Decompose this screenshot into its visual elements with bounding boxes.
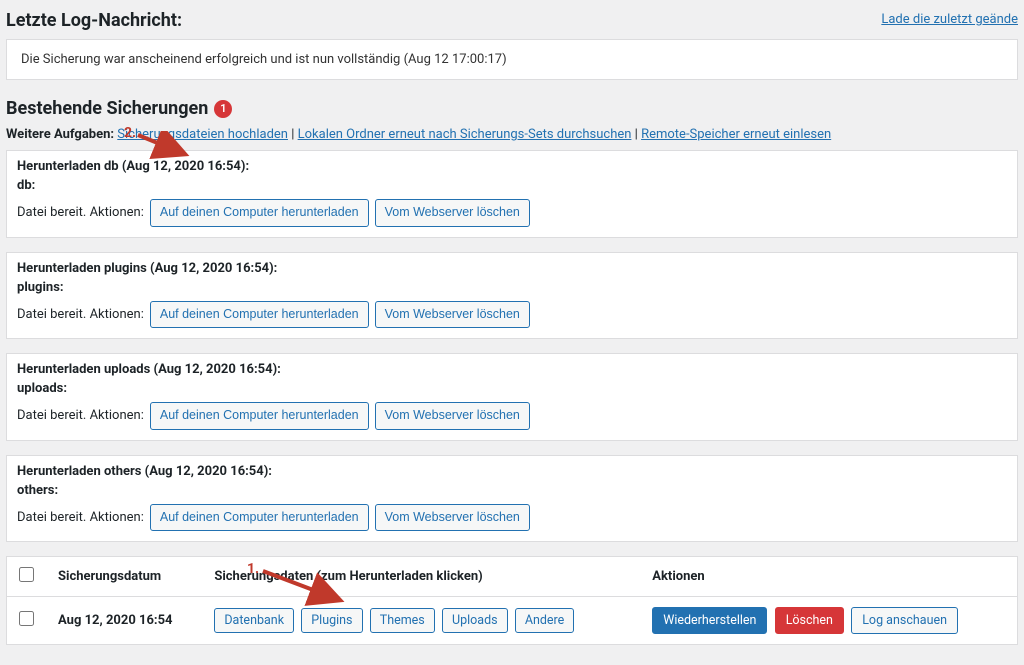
upload-backup-files-link[interactable]: Sicherungsdateien hochladen [117,127,288,142]
backup-date-cell: Aug 12, 2020 16:54 [46,597,202,645]
download-to-computer-button[interactable]: Auf deinen Computer herunterladen [150,301,369,329]
table-row: Aug 12, 2020 16:54 Datenbank Plugins The… [7,597,1017,645]
download-box-subtitle: uploads: [17,381,1007,396]
delete-button[interactable]: Löschen [775,607,844,634]
download-box-title: Herunterladen uploads (Aug 12, 2020 16:5… [17,362,1007,377]
entity-database-button[interactable]: Datenbank [214,608,294,633]
entity-plugins-button[interactable]: Plugins [301,608,362,633]
file-ready-label: Datei bereit. Aktionen: [17,205,144,220]
row-actions-cell: Wiederherstellen Löschen Log anschauen [640,597,1017,645]
download-box-subtitle: plugins: [17,280,1007,295]
file-ready-label: Datei bereit. Aktionen: [17,510,144,525]
download-box-subtitle: db: [17,178,1007,193]
entity-themes-button[interactable]: Themes [370,608,435,633]
file-ready-label: Datei bereit. Aktionen: [17,408,144,423]
file-ready-label: Datei bereit. Aktionen: [17,307,144,322]
more-tasks-line: Weitere Aufgaben: Sicherungsdateien hoch… [6,127,1018,142]
delete-from-webserver-button[interactable]: Vom Webserver löschen [375,504,530,532]
col-header-actions: Aktionen [640,557,1017,597]
delete-from-webserver-button[interactable]: Vom Webserver löschen [375,402,530,430]
download-box-uploads: Herunterladen uploads (Aug 12, 2020 16:5… [6,353,1018,441]
row-select-checkbox[interactable] [19,611,34,626]
download-to-computer-button[interactable]: Auf deinen Computer herunterladen [150,402,369,430]
download-box-title: Herunterladen db (Aug 12, 2020 16:54): [17,159,1007,174]
entity-uploads-button[interactable]: Uploads [442,608,508,633]
col-header-data: Sicherungsdaten (zum Herunterladen klick… [202,557,640,597]
log-message-card: Die Sicherung war anscheinend erfolgreic… [6,39,1018,80]
download-to-computer-button[interactable]: Auf deinen Computer herunterladen [150,199,369,227]
entity-others-button[interactable]: Andere [515,608,574,633]
download-box-plugins: Herunterladen plugins (Aug 12, 2020 16:5… [6,252,1018,340]
select-all-checkbox[interactable] [19,567,34,582]
view-log-button[interactable]: Log anschauen [851,607,958,634]
restore-button[interactable]: Wiederherstellen [652,607,767,634]
backups-table-wrap: 1. Sicherungsdatum Sicherungsdaten (zum … [6,556,1018,645]
download-box-title: Herunterladen others (Aug 12, 2020 16:54… [17,464,1007,479]
rescan-local-link[interactable]: Lokalen Ordner erneut nach Sicherungs-Se… [298,127,632,142]
download-box-subtitle: others: [17,483,1007,498]
log-section-title: Letzte Log-Nachricht: [6,10,182,31]
existing-backups-title: Bestehende Sicherungen 1 [6,98,1018,119]
existing-backups-label: Bestehende Sicherungen [6,98,208,119]
download-box-title: Herunterladen plugins (Aug 12, 2020 16:5… [17,261,1007,276]
delete-from-webserver-button[interactable]: Vom Webserver löschen [375,301,530,329]
col-header-date: Sicherungsdatum [46,557,202,597]
more-tasks-label: Weitere Aufgaben: [6,127,114,142]
backup-count-badge: 1 [214,100,232,118]
reload-link[interactable]: Lade die zuletzt geände [881,12,1018,27]
rescan-remote-link[interactable]: Remote-Speicher erneut einlesen [641,127,831,142]
log-message: Die Sicherung war anscheinend erfolgreic… [21,52,1003,67]
backups-table: Sicherungsdatum Sicherungsdaten (zum Her… [7,557,1017,644]
download-to-computer-button[interactable]: Auf deinen Computer herunterladen [150,504,369,532]
backup-entities-cell: Datenbank Plugins Themes Uploads Andere [202,597,640,645]
download-box-others: Herunterladen others (Aug 12, 2020 16:54… [6,455,1018,543]
delete-from-webserver-button[interactable]: Vom Webserver löschen [375,199,530,227]
download-box-db: Herunterladen db (Aug 12, 2020 16:54): d… [6,150,1018,238]
